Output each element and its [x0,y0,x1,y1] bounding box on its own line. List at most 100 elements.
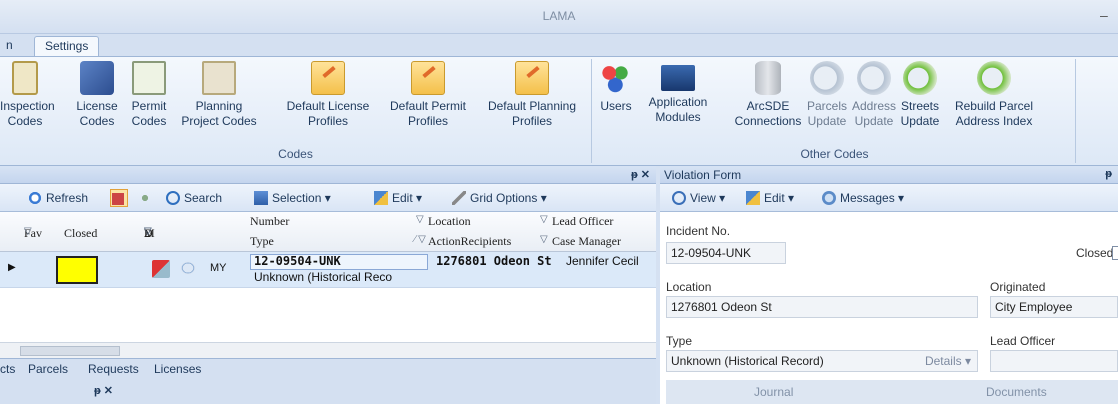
users-icon [599,61,633,95]
permit-codes-button[interactable]: Permit Codes [128,61,170,129]
table-row[interactable]: ▶ MY 12-09504-UNK Unknown (Historical Re… [0,252,656,288]
lead-officer-field[interactable] [990,350,1118,372]
selection-grid-icon [254,191,268,205]
application-modules-button[interactable]: Application Modules [638,61,718,125]
ribbon-group-other-codes: Users Application Modules ArcSDE Connect… [594,59,1076,163]
grid-header: Fav ▽ Closed ▽ Σ ▽ M ▽ D ▽ Number Type ▽ Loca… [0,212,656,252]
row-indicator-icon: ▶ [8,262,16,273]
tab-requests[interactable]: Requests [88,362,139,376]
view-dropdown[interactable]: View ▾ [672,189,725,207]
inspection-codes-button[interactable]: Inspection Codes [0,61,55,129]
screen-icon [661,65,695,91]
magnifier-icon [672,191,686,205]
horizontal-scrollbar[interactable] [0,342,656,358]
license-codes-button[interactable]: License Codes [72,61,122,129]
lead-officer-label: Lead Officer [990,334,1056,348]
results-toolbar: Refresh Search Selection ▾ Edit ▾ Grid O… [0,184,656,212]
col-header-case-manager[interactable]: Case Manager [552,234,621,249]
tab-main[interactable]: n [0,36,23,56]
search-results-pane: ᵽ ✕ Refresh Search Selection ▾ Edit ▾ Gr… [0,166,656,404]
bottom-pane-header: ᵽ ✕ [0,380,656,404]
arcsde-connections-button[interactable]: ArcSDE Connections [728,61,808,129]
users-button[interactable]: Users [598,61,634,114]
speech-bubble-icon [822,191,836,205]
app-title: LAMA [542,9,576,23]
default-license-profiles-button[interactable]: Default License Profiles [278,61,378,129]
folder-pencil-icon [411,61,445,95]
message-icon[interactable] [180,261,196,275]
default-permit-profiles-button[interactable]: Default Permit Profiles [382,61,474,129]
refresh-icon [28,191,42,205]
planning-project-codes-button[interactable]: Planning Project Codes [176,61,262,129]
streets-update-button[interactable]: Streets Update [898,61,942,129]
violation-form: Incident No. 12-09504-UNK Closed Locatio… [660,212,1118,404]
redacted-highlight [56,256,98,284]
filter-icon[interactable]: ▽ [540,234,548,245]
messages-dropdown[interactable]: Messages ▾ [822,189,904,207]
pane-title: Violation Form [664,168,742,182]
filter-icon[interactable]: ▽ [416,214,424,225]
globe-refresh-green-icon [903,61,937,95]
filter-tool-button[interactable] [138,189,156,207]
details-dropdown[interactable]: Details ▾ [925,354,971,368]
globe-refresh-icon [810,61,844,95]
edit-icon [746,191,760,205]
grid-toggle-icon [112,193,124,205]
rebuild-parcel-address-index-button[interactable]: Rebuild Parcel Address Index [948,61,1040,129]
row-number[interactable]: 12-09504-UNK [254,254,341,268]
tab-journal[interactable]: Journal [754,385,793,399]
folder-pencil-icon [311,61,345,95]
my-indicator: MY [210,262,227,274]
flag-icon[interactable] [152,260,170,278]
form-subtab-row: Journal Documents [666,380,1118,404]
row-lead-officer: Jennifer Cecil [566,254,639,268]
results-grid: Fav ▽ Closed ▽ Σ ▽ M ▽ D ▽ Number Type ▽ Loca… [0,212,656,358]
type-field[interactable]: Unknown (Historical Record) Details ▾ [666,350,978,372]
bottom-pin-close-button[interactable]: ᵽ ✕ [94,384,113,397]
default-planning-profiles-button[interactable]: Default Planning Profiles [478,61,586,129]
col-header-action-recipients[interactable]: ActionRecipients [428,234,511,249]
selection-dropdown[interactable]: Selection ▾ [254,189,331,207]
tab-parcels[interactable]: Parcels [28,362,68,376]
tab-settings[interactable]: Settings [34,36,100,56]
address-update-button[interactable]: Address Update [852,61,896,129]
grid-options-dropdown[interactable]: Grid Options ▾ [452,189,547,207]
closed-label: Closed [1076,246,1114,260]
grid-options-icon [452,191,466,205]
row-location: 1276801 Odeon St [436,254,552,268]
col-header-number[interactable]: Number [250,214,289,229]
certificate-icon [132,61,166,95]
group-label-codes: Codes [278,147,313,161]
refresh-button[interactable]: Refresh [28,189,88,207]
edit-dropdown[interactable]: Edit ▾ [374,189,422,207]
location-label: Location [666,280,712,294]
tab-documents[interactable]: Documents [986,385,1047,399]
col-header-location[interactable]: Location [428,214,471,229]
col-header-lead-officer[interactable]: Lead Officer [552,214,613,229]
edit-icon [374,191,388,205]
form-edit-dropdown[interactable]: Edit ▾ [746,189,794,207]
incident-no-field[interactable]: 12-09504-UNK [666,242,786,264]
parcels-update-button[interactable]: Parcels Update [806,61,848,129]
minimize-button[interactable]: – [1100,8,1110,22]
filter-icon[interactable]: ⁄ ▽ [414,234,426,245]
clipboard-icon [12,61,38,95]
ribbon: Inspection Codes License Codes Permit Co… [0,56,1118,166]
closed-checkbox[interactable] [1112,246,1118,260]
violation-form-pane: Violation Form ᵽ View ▾ Edit ▾ Messages … [660,166,1118,404]
blueprint-icon [202,61,236,95]
originated-field[interactable]: City Employee [990,296,1118,318]
tab-contacts[interactable]: cts [0,362,15,376]
pane-pin-button[interactable]: ᵽ [1105,168,1112,180]
toggle-view-button[interactable] [110,189,128,207]
folder-pencil-icon [515,61,549,95]
globe-refresh-icon [857,61,891,95]
pane-pin-close-button[interactable]: ᵽ ✕ [631,168,650,181]
scrollbar-thumb[interactable] [20,346,120,356]
tab-licenses[interactable]: Licenses [154,362,201,376]
search-button[interactable]: Search [166,189,222,207]
filter-icon[interactable]: ▽ [540,214,548,225]
col-header-type[interactable]: Type [250,234,274,249]
location-field[interactable]: 1276801 Odeon St [666,296,978,318]
database-icon [755,61,781,95]
